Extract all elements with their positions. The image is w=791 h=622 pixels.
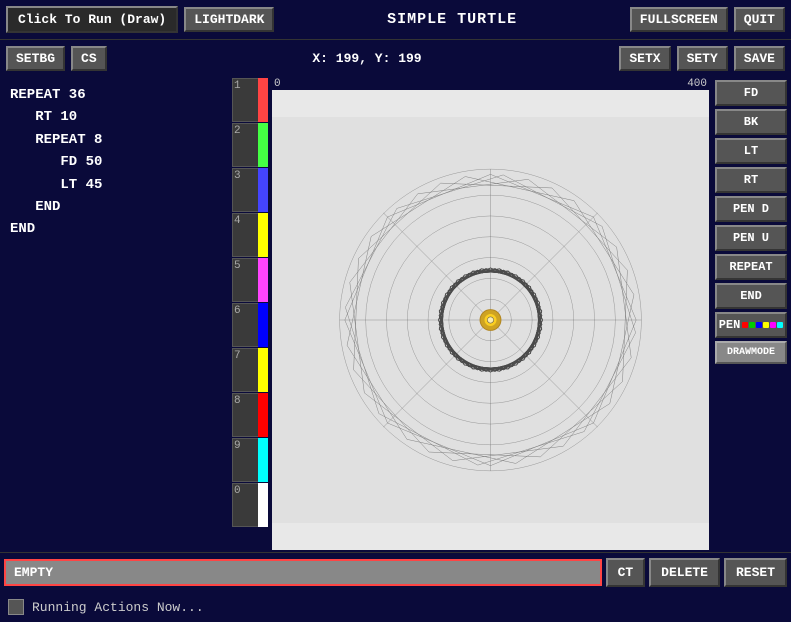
palette-item-5[interactable]: 5 <box>232 258 268 302</box>
ruler-right: 400 <box>687 78 707 90</box>
palette-item-2[interactable]: 2 <box>232 123 268 167</box>
palette-item-4[interactable]: 4 <box>232 213 268 257</box>
pen-color-dots <box>742 322 783 328</box>
pen-dot-cyan <box>777 322 783 328</box>
lt-button[interactable]: LT <box>715 138 787 164</box>
canvas-wrapper: 0 400 <box>270 76 711 552</box>
code-line-6: END <box>10 196 220 218</box>
status-bar: Running Actions Now... <box>0 592 791 622</box>
status-checkbox[interactable] <box>8 599 24 615</box>
ct-button[interactable]: CT <box>606 558 646 587</box>
ruler-left: 0 <box>274 78 281 90</box>
palette-item-0[interactable]: 0 <box>232 483 268 527</box>
sety-button[interactable]: SETY <box>677 46 728 71</box>
right-panel: FD BK LT RT PEN D PEN U REPEAT END PEN D… <box>711 76 791 552</box>
fullscreen-button[interactable]: FULLSCREEN <box>630 7 728 32</box>
coordinates: X: 199, Y: 199 <box>121 51 614 66</box>
penu-button[interactable]: PEN U <box>715 225 787 251</box>
app-title: SIMPLE TURTLE <box>280 11 623 28</box>
palette-item-7[interactable]: 7 <box>232 348 268 392</box>
code-line-7: END <box>10 218 220 240</box>
delete-button[interactable]: DELETE <box>649 558 720 587</box>
pen-dot-red <box>742 322 748 328</box>
setbg-button[interactable]: SETBG <box>6 46 65 71</box>
code-editor[interactable]: REPEAT 36 RT 10 REPEAT 8 FD 50 LT 45 END… <box>0 76 230 552</box>
quit-button[interactable]: QUIT <box>734 7 785 32</box>
turtle-canvas[interactable] <box>272 90 709 550</box>
end-button[interactable]: END <box>715 283 787 309</box>
code-line-5: LT 45 <box>10 174 220 196</box>
click-run-button[interactable]: Click To Run (Draw) <box>6 6 178 33</box>
pend-button[interactable]: PEN D <box>715 196 787 222</box>
save-button[interactable]: SAVE <box>734 46 785 71</box>
command-input[interactable] <box>4 559 602 586</box>
code-line-1: REPEAT 36 <box>10 84 220 106</box>
palette-item-6[interactable]: 6 <box>232 303 268 347</box>
canvas-row: 1 2 3 4 <box>230 76 711 552</box>
palette-item-3[interactable]: 3 <box>232 168 268 212</box>
pen-dot-magenta <box>770 322 776 328</box>
palette-item-1[interactable]: 1 <box>232 78 268 122</box>
pen-dot-yellow <box>763 322 769 328</box>
repeat-button[interactable]: REPEAT <box>715 254 787 280</box>
status-text: Running Actions Now... <box>32 600 204 615</box>
pen-dot-blue <box>756 322 762 328</box>
pen-dot-green <box>749 322 755 328</box>
bottom-bar: CT DELETE RESET <box>0 552 791 592</box>
setx-button[interactable]: SETX <box>619 46 670 71</box>
top-bar: Click To Run (Draw) LIGHTDARK SIMPLE TUR… <box>0 0 791 40</box>
bk-button[interactable]: BK <box>715 109 787 135</box>
code-line-2: RT 10 <box>10 106 220 128</box>
ruler-top: 0 400 <box>272 78 709 90</box>
turtle-drawing <box>272 90 709 550</box>
reset-button[interactable]: RESET <box>724 558 787 587</box>
rt-button[interactable]: RT <box>715 167 787 193</box>
palette-strip: 1 2 3 4 <box>230 76 270 552</box>
cs-button[interactable]: CS <box>71 46 107 71</box>
fd-button[interactable]: FD <box>715 80 787 106</box>
palette-item-8[interactable]: 8 <box>232 393 268 437</box>
lightdark-button[interactable]: LIGHTDARK <box>184 7 274 32</box>
second-bar: SETBG CS X: 199, Y: 199 SETX SETY SAVE <box>0 40 791 76</box>
palette-item-9[interactable]: 9 <box>232 438 268 482</box>
pen-color-button[interactable]: PEN <box>715 312 787 338</box>
middle-section: 1 2 3 4 <box>230 76 711 552</box>
code-line-4: FD 50 <box>10 151 220 173</box>
main-layout: REPEAT 36 RT 10 REPEAT 8 FD 50 LT 45 END… <box>0 76 791 552</box>
drawmode-button[interactable]: DRAWMODE <box>715 341 787 364</box>
code-line-3: REPEAT 8 <box>10 129 220 151</box>
